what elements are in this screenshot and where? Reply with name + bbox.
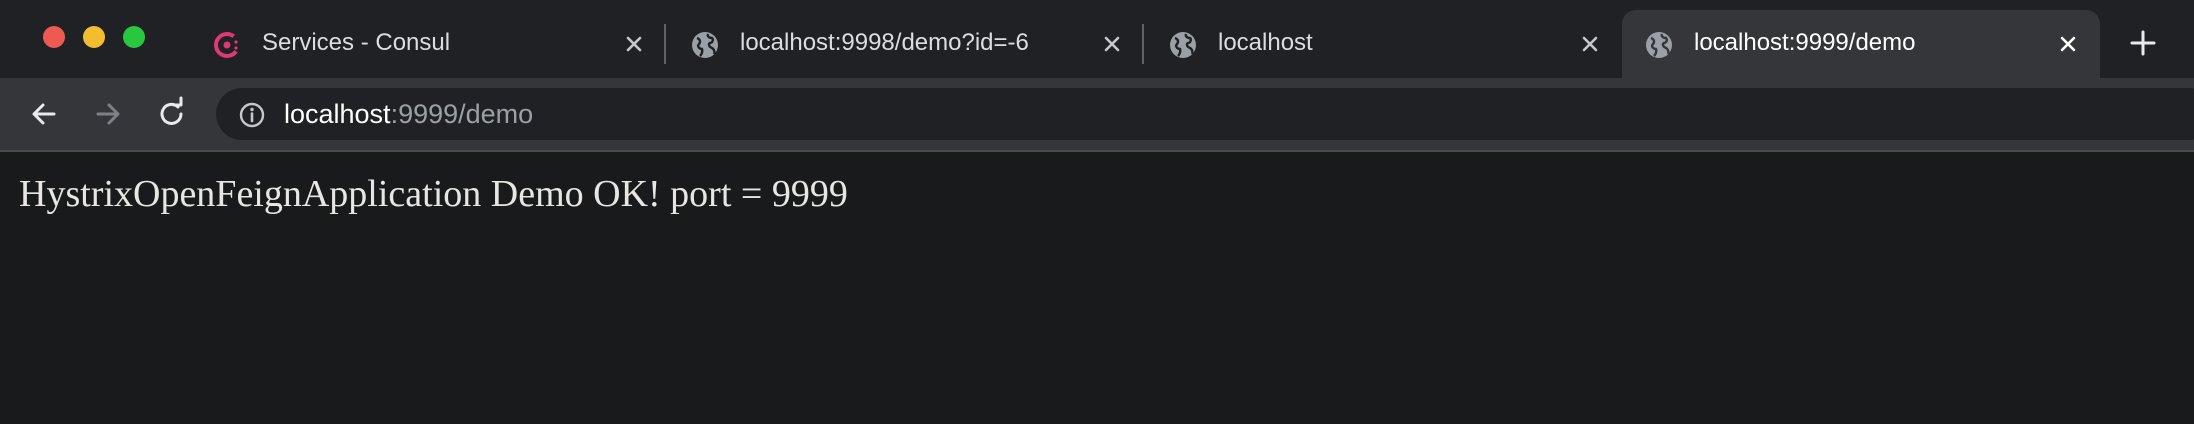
tab-title: localhost:9998/demo?id=-6	[740, 29, 1029, 56]
tab-localhost-9998[interactable]: localhost:9998/demo?id=-6	[668, 10, 1144, 78]
url-path: :9999/demo	[390, 99, 534, 129]
maximize-window-button[interactable]	[123, 26, 145, 48]
close-tab-icon[interactable]	[1100, 32, 1124, 56]
url-host: localhost	[284, 99, 391, 129]
info-icon[interactable]	[238, 101, 266, 129]
tab-localhost[interactable]: localhost	[1146, 10, 1622, 78]
address-bar[interactable]: localhost:9999/demo	[216, 88, 2194, 140]
tab-strip: Services - Consul localhost:9998/demo?id…	[0, 0, 2194, 78]
browser-toolbar: localhost:9999/demo	[0, 78, 2194, 150]
globe-icon	[1646, 32, 1672, 58]
tab-separator	[1142, 24, 1144, 64]
page-message: HystrixOpenFeignApplication Demo OK! por…	[19, 173, 848, 215]
forward-arrow-icon[interactable]	[90, 96, 126, 132]
tab-separator	[664, 24, 666, 64]
browser-window: Services - Consul localhost:9998/demo?id…	[0, 0, 2194, 424]
tab-localhost-9999-demo[interactable]: localhost:9999/demo	[1622, 10, 2100, 78]
minimize-window-button[interactable]	[83, 26, 105, 48]
globe-icon	[692, 32, 718, 58]
back-arrow-icon[interactable]	[26, 96, 62, 132]
page-content: HystrixOpenFeignApplication Demo OK! por…	[0, 152, 2194, 424]
url-text[interactable]: localhost:9999/demo	[284, 98, 533, 130]
close-window-button[interactable]	[43, 26, 65, 48]
reload-icon[interactable]	[154, 96, 190, 132]
globe-icon	[1170, 32, 1196, 58]
close-tab-icon[interactable]	[622, 32, 646, 56]
tab-title: localhost:9999/demo	[1694, 29, 1916, 56]
close-tab-icon[interactable]	[1578, 32, 1602, 56]
new-tab-icon[interactable]	[2126, 26, 2160, 60]
tab-services-consul[interactable]: Services - Consul	[190, 10, 660, 78]
close-tab-icon[interactable]	[2056, 32, 2080, 56]
consul-icon	[214, 32, 240, 58]
tab-title: Services - Consul	[262, 29, 451, 56]
tab-title: localhost	[1218, 29, 1313, 56]
